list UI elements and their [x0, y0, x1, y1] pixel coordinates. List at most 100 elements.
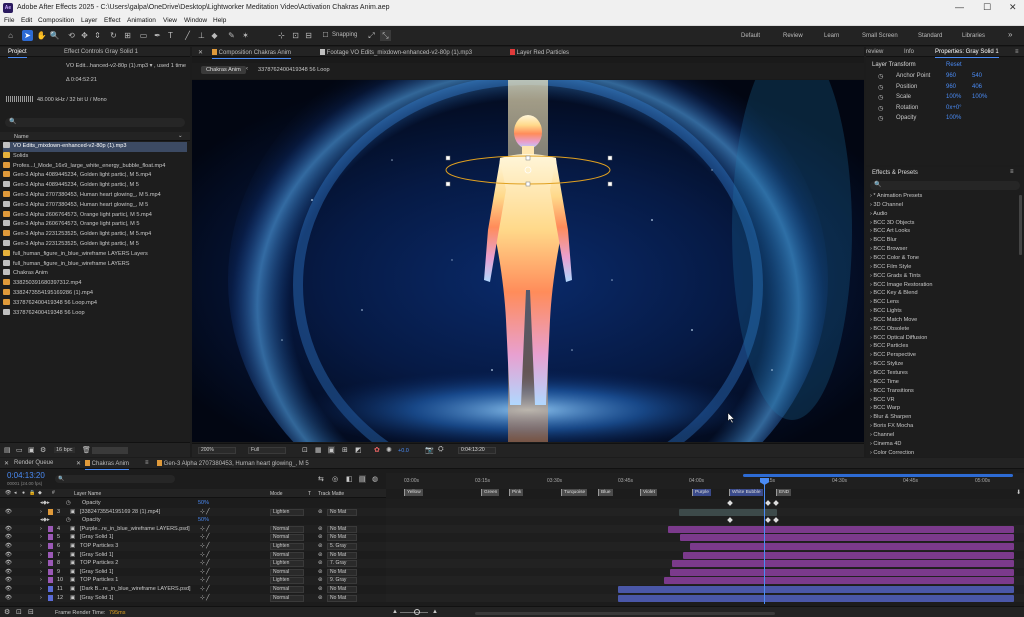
zoom-tool-icon[interactable]: 🔍: [49, 30, 60, 41]
draft-3d-icon[interactable]: ◎: [332, 475, 338, 483]
stopwatch-icon[interactable]: ◷: [878, 84, 883, 91]
effect-category[interactable]: › BCC Optical Diffusion: [870, 335, 927, 341]
effects-scrollbar[interactable]: [1019, 195, 1022, 255]
rotate-tool-icon[interactable]: ↻: [108, 30, 119, 41]
composition-marker[interactable]: Blue: [598, 489, 613, 496]
blend-mode-dropdown[interactable]: Normal: [270, 568, 304, 576]
camera-tool-icon[interactable]: ⊞: [122, 30, 133, 41]
project-item[interactable]: Gen-3 Alpha 2231253525, Golden light par…: [3, 240, 187, 250]
axis-icon[interactable]: ⊹: [276, 30, 287, 41]
color-channels-icon[interactable]: ✿: [374, 446, 380, 454]
twirl-chevron-icon[interactable]: ›: [40, 526, 42, 532]
track-matte-pickwhip-icon[interactable]: ⊚: [318, 543, 323, 549]
label-color-swatch[interactable]: [48, 534, 53, 541]
track-matte-pickwhip-icon[interactable]: ⊚: [318, 509, 323, 515]
column-t[interactable]: T: [308, 491, 311, 497]
stopwatch-icon[interactable]: ◷: [878, 115, 883, 122]
orbit-tool-icon[interactable]: ⟲: [66, 30, 77, 41]
layer-row[interactable]: 👁 › 10 ▣ TOP Particles 1 ⊹ ╱ Lighten ⊚ 9. Gray: [0, 576, 386, 585]
tab-other-comp[interactable]: Gen-3 Alpha 2707380453, Human heart glow…: [157, 460, 309, 467]
solo-column-icon[interactable]: ●: [22, 490, 25, 496]
effect-category[interactable]: › BCC Obsolete: [870, 326, 909, 332]
layer-duration-bar[interactable]: [672, 560, 1014, 568]
effect-category[interactable]: › BCC Particles: [870, 343, 908, 349]
dolly-tool-icon[interactable]: ⇕: [92, 30, 103, 41]
layer-row[interactable]: 👁 › 8 ▣ TOP Particles 2 ⊹ ╱ Lighten ⊚ 7. Gray: [0, 559, 386, 568]
layer-duration-bar[interactable]: [664, 577, 1014, 585]
stopwatch-icon[interactable]: ◷: [878, 105, 883, 112]
tab-layer[interactable]: Layer Red Particles: [510, 49, 569, 56]
timeline-search-input[interactable]: 🔍: [55, 475, 175, 483]
effect-category[interactable]: › BCC Film Style: [870, 264, 911, 270]
close-tab-icon[interactable]: ✕: [76, 460, 81, 467]
effects-menu-icon[interactable]: ≡: [1010, 169, 1014, 175]
layer-duration-bar[interactable]: [670, 568, 1014, 576]
menu-help[interactable]: Help: [213, 17, 226, 24]
mask-visibility-icon[interactable]: ▣: [328, 446, 335, 454]
layer-name[interactable]: TOP Particles 2: [80, 560, 118, 566]
home-icon[interactable]: ⌂: [5, 30, 16, 41]
layer-row[interactable]: 👁 › 6 ▣ TOP Particles 3 ⊹ ╱ Lighten ⊚ 5. Gray: [0, 542, 386, 551]
property-value[interactable]: 50%: [198, 500, 209, 506]
workspace-review[interactable]: Review: [783, 33, 803, 39]
effect-category[interactable]: › BCC Time: [870, 379, 899, 385]
snapshot-icon[interactable]: 📷: [425, 446, 434, 454]
track-matte-dropdown[interactable]: 7. Gray: [327, 560, 357, 568]
label-color-swatch[interactable]: [48, 525, 53, 532]
menu-file[interactable]: File: [4, 17, 14, 24]
label-color-swatch[interactable]: [48, 560, 53, 567]
composition-marker[interactable]: END: [776, 489, 792, 496]
grid-overlay-icon[interactable]: ⊞: [342, 446, 348, 454]
delete-icon[interactable]: 🗑: [82, 446, 91, 454]
project-item[interactable]: Gen-3 Alpha 2231253525, Golden light par…: [3, 230, 187, 240]
effect-category[interactable]: › BCC Art Looks: [870, 228, 910, 234]
tab-info[interactable]: Info: [904, 49, 914, 55]
pan-tool-icon[interactable]: ✥: [79, 30, 90, 41]
layer-duration-bar[interactable]: [618, 594, 1014, 602]
workspace-libraries[interactable]: Libraries: [962, 33, 985, 39]
transparency-grid-icon[interactable]: ▦: [315, 446, 322, 454]
composition-marker[interactable]: Purple: [692, 489, 711, 496]
type-tool-icon[interactable]: T: [165, 30, 176, 41]
current-time-indicator[interactable]: [764, 478, 765, 604]
interpret-footage-icon[interactable]: ▤: [4, 446, 11, 454]
shy-layers-icon[interactable]: ◧: [346, 475, 353, 483]
view-axis-icon[interactable]: ⊟: [303, 30, 314, 41]
keyframe-navigator-icon[interactable]: ◂◆▸: [40, 517, 50, 523]
layer-switches[interactable]: ⊹ ╱: [200, 577, 209, 583]
composition-marker[interactable]: Green: [481, 489, 500, 496]
label-color-swatch[interactable]: [48, 586, 53, 592]
project-item[interactable]: Gen-3 Alpha 2707380453, Human heart glow…: [3, 191, 187, 201]
project-search-input[interactable]: 🔍: [5, 118, 185, 127]
stopwatch-icon[interactable]: ◷: [878, 73, 883, 80]
layer-switches[interactable]: ⊹ ╱: [200, 560, 209, 566]
layer-name[interactable]: [Gray Solid 1]: [80, 534, 113, 540]
lock-column-icon[interactable]: 🔒: [29, 490, 35, 496]
effect-category[interactable]: › BCC Perspective: [870, 352, 916, 358]
stopwatch-icon[interactable]: ◷: [66, 500, 71, 506]
layer-switches[interactable]: ⊹ ╱: [200, 526, 209, 532]
tab-properties[interactable]: Properties: Gray Solid 1: [935, 49, 999, 58]
project-item[interactable]: Gen-3 Alpha 2707380453, Human heart glow…: [3, 200, 187, 211]
current-time-display[interactable]: 0:04:13:20: [458, 447, 496, 454]
exposure-value[interactable]: +0.0: [398, 448, 409, 454]
property-value-x[interactable]: 100%: [946, 94, 961, 100]
layer-switches[interactable]: ⊹ ╱: [200, 534, 209, 540]
selection-tool-icon[interactable]: ➤: [22, 30, 33, 41]
effect-category[interactable]: › BCC Textures: [870, 370, 908, 376]
effect-category[interactable]: › BCC Match Move: [870, 317, 917, 323]
label-color-swatch[interactable]: [48, 508, 53, 515]
timeline-timecode[interactable]: 0:04:13:20: [7, 471, 45, 480]
project-item[interactable]: 3378762400419348 56 Loop.mp4: [3, 298, 187, 309]
menu-view[interactable]: View: [163, 17, 177, 24]
property-value-x[interactable]: 100%: [946, 115, 961, 121]
effect-category[interactable]: › BCC Warp: [870, 405, 900, 411]
puppet-tool-icon[interactable]: ✶: [240, 30, 251, 41]
visibility-eye-icon[interactable]: 👁: [5, 534, 12, 540]
breadcrumb-comp[interactable]: Chakras Anim: [201, 66, 246, 74]
breadcrumb-item[interactable]: 3378762400419348 56 Loop: [258, 67, 330, 73]
rectangle-tool-icon[interactable]: ▭: [138, 30, 149, 41]
blend-mode-dropdown[interactable]: Normal: [270, 586, 304, 593]
property-value-y[interactable]: 100%: [972, 94, 987, 100]
layer-name[interactable]: [Dark B...re_in_blue_wireframe LAYERS.ps…: [80, 586, 191, 592]
